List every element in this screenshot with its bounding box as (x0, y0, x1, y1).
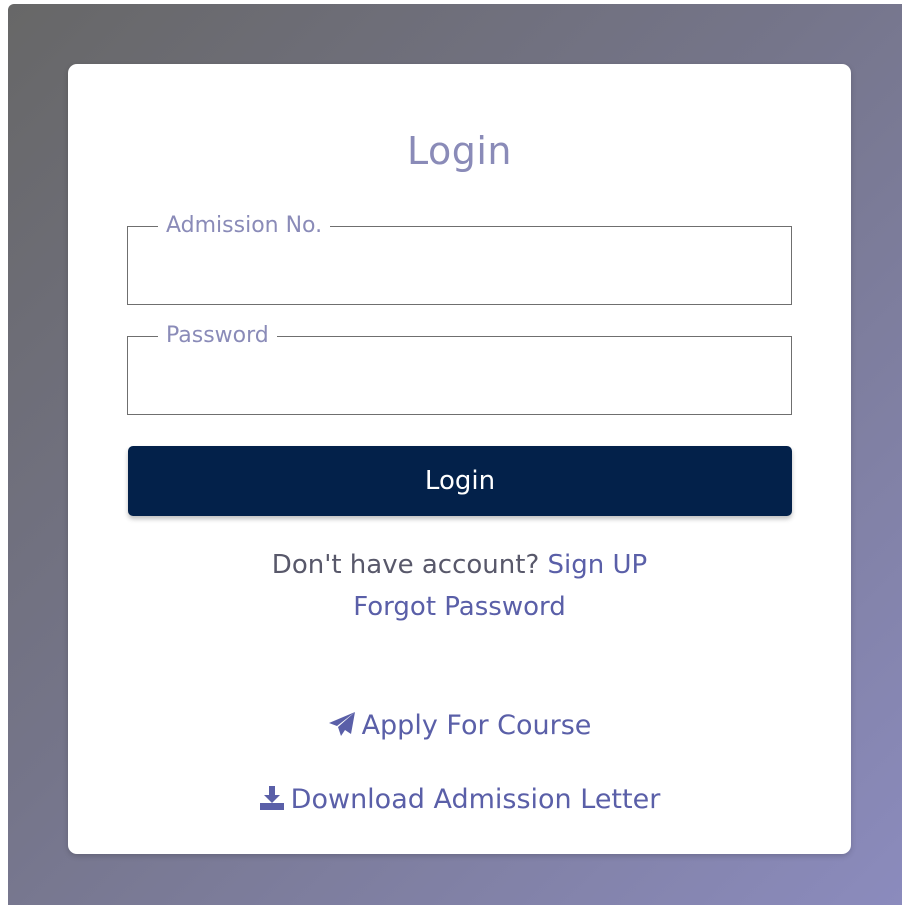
download-admission-letter-link[interactable]: Download Admission Letter (259, 784, 661, 815)
password-label: Password (158, 323, 277, 349)
download-icon (259, 786, 284, 810)
download-link-label: Download Admission Letter (290, 784, 661, 815)
apply-for-course-link[interactable]: Apply For Course (328, 710, 592, 741)
login-button[interactable]: Login (128, 446, 792, 516)
login-title: Login (406, 129, 512, 173)
login-card: Login Admission No. Password Login Don't… (68, 64, 851, 854)
admission-label: Admission No. (158, 213, 331, 239)
background-area: Login Admission No. Password Login Don't… (8, 4, 902, 905)
paper-plane-icon (328, 712, 355, 736)
forgot-password-link[interactable]: Forgot Password (353, 592, 565, 622)
password-field-frame: Password (127, 323, 792, 415)
admission-number-input[interactable] (138, 245, 782, 291)
apply-row: Apply For Course (68, 708, 851, 744)
password-input[interactable] (138, 355, 782, 401)
admission-field-frame: Admission No. (127, 213, 792, 305)
signup-prompt: Don't have account? (271, 550, 540, 580)
download-row: Download Admission Letter (68, 782, 851, 818)
forgot-password-row: Forgot Password (68, 590, 851, 624)
apply-link-label: Apply For Course (361, 710, 592, 741)
signup-row: Don't have account? Sign UP (68, 548, 851, 582)
signup-link[interactable]: Sign UP (548, 550, 648, 580)
